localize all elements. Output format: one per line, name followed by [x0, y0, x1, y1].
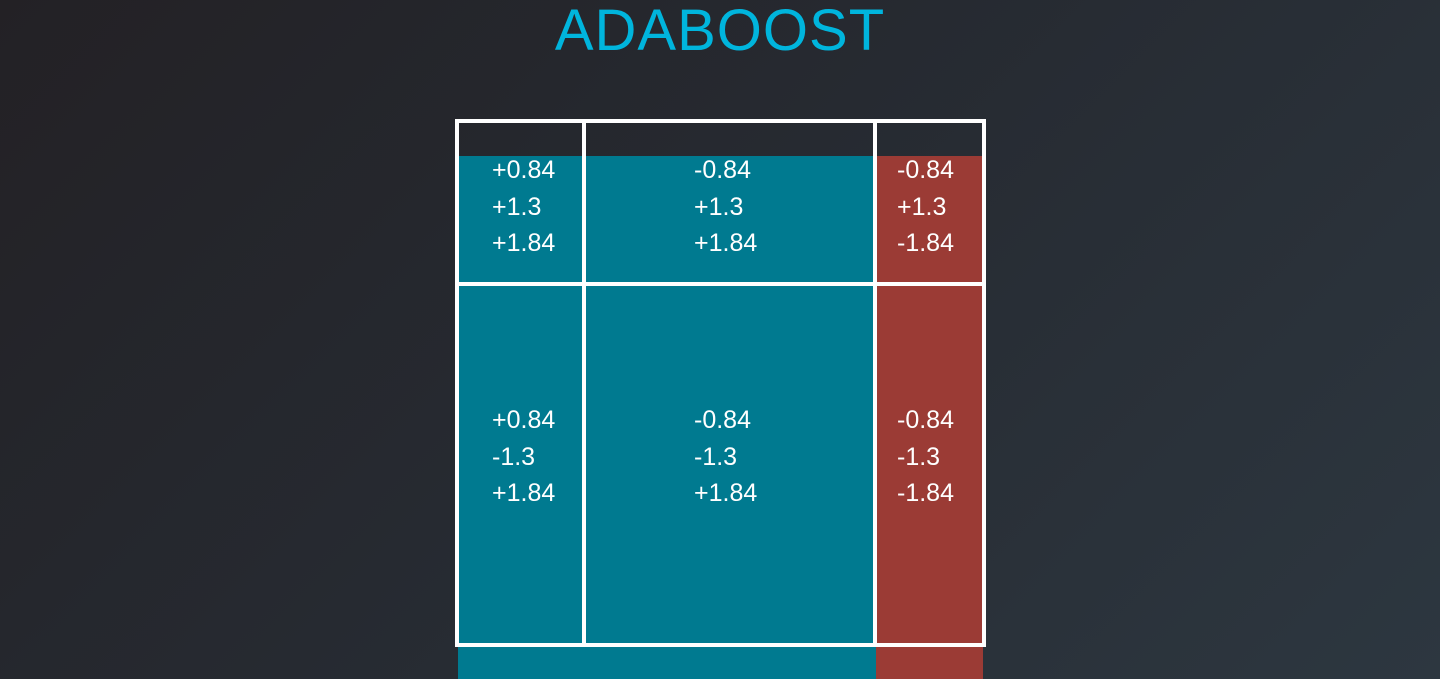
- slide-title: ADABOOST: [554, 0, 886, 63]
- cell-top-middle: -0.84 +1.3 +1.84: [694, 152, 757, 262]
- cell-value: +1.3: [492, 192, 542, 221]
- cell-value: +1.3: [694, 192, 744, 221]
- cell-value: +1.84: [694, 229, 758, 257]
- cell-value: -1.3: [694, 442, 738, 471]
- cell-top-right: -0.84 +1.3 -1.84: [897, 152, 954, 262]
- cell-value: -0.84: [694, 406, 751, 434]
- cell-value: +0.84: [492, 406, 556, 434]
- cell-value: +1.3: [897, 192, 947, 221]
- cell-value: -1.3: [492, 442, 536, 471]
- cell-value: -0.84: [694, 156, 751, 184]
- cell-value: +1.84: [694, 479, 758, 507]
- cell-value: +1.84: [492, 479, 556, 507]
- grid-divider-vertical-1: [582, 119, 586, 647]
- cell-bottom-right: -0.84 -1.3 -1.84: [897, 402, 954, 512]
- cell-bottom-left: +0.84 -1.3 +1.84: [492, 402, 555, 512]
- cell-bottom-middle: -0.84 -1.3 +1.84: [694, 402, 757, 512]
- cell-top-left: +0.84 +1.3 +1.84: [492, 152, 555, 262]
- cell-value: -0.84: [897, 156, 954, 184]
- grid-divider-vertical-2: [873, 119, 877, 647]
- cell-value: -0.84: [897, 406, 954, 434]
- grid-border-left: [455, 119, 459, 647]
- cell-value: -1.84: [897, 479, 954, 507]
- grid-divider-horizontal: [455, 282, 986, 286]
- grid-border-right: [982, 119, 986, 647]
- cell-value: -1.3: [897, 442, 941, 471]
- cell-value: +1.84: [492, 229, 556, 257]
- grid-border-top: [455, 119, 986, 123]
- grid-border-bottom: [455, 643, 986, 647]
- cell-value: -1.84: [897, 229, 954, 257]
- cell-value: +0.84: [492, 156, 556, 184]
